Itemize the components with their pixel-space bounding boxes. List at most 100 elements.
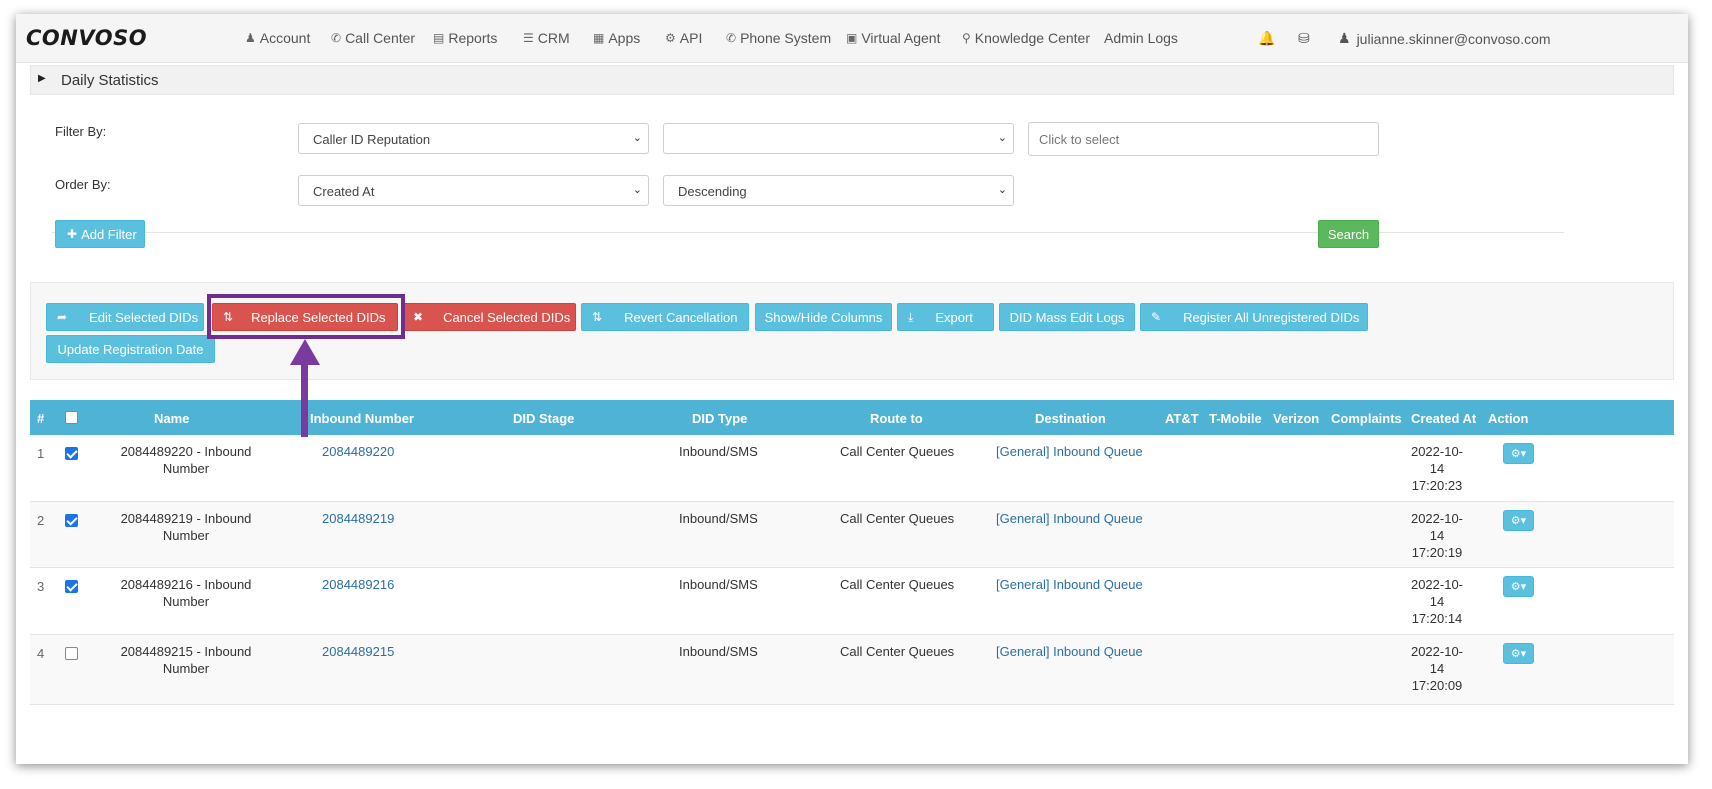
row-checkbox[interactable] xyxy=(65,514,78,527)
row-action-button[interactable]: ⚙▾ xyxy=(1503,576,1534,597)
chevron-down-icon: ⌄ xyxy=(997,184,1007,196)
destination-link[interactable]: [General] Inbound Queue xyxy=(996,443,1143,460)
daily-statistics-toggle[interactable]: ▶ Daily Statistics xyxy=(30,65,1674,95)
database-button[interactable]: ⛁ xyxy=(1298,30,1310,47)
nav-apps[interactable]: ▦ Apps xyxy=(593,30,640,46)
col-did-type[interactable]: DID Type xyxy=(692,411,747,426)
filter-by-select[interactable]: Caller ID Reputation ⌄ xyxy=(298,123,649,154)
user-menu[interactable]: ♟ julianne.skinner@convoso.com xyxy=(1338,30,1551,47)
nav-admin-logs[interactable]: Admin Logs xyxy=(1104,30,1178,46)
nav-reports[interactable]: ▤ Reports xyxy=(433,30,497,46)
destination-link[interactable]: [General] Inbound Queue xyxy=(996,510,1143,527)
inbound-number-link[interactable]: 2084489219 xyxy=(322,510,394,527)
filter-value-select[interactable]: ⌄ xyxy=(663,123,1014,154)
did-name: 2084489216 - Inbound Number xyxy=(90,576,282,610)
destination-link[interactable]: [General] Inbound Queue xyxy=(996,643,1143,660)
nav-label: Reports xyxy=(448,30,498,46)
search-button[interactable]: Search xyxy=(1318,220,1379,248)
row-number: 4 xyxy=(37,646,45,661)
created-day: 14 xyxy=(1429,661,1445,676)
inbound-number-link[interactable]: 2084489215 xyxy=(322,643,394,660)
add-filter-button[interactable]: ✚ Add Filter xyxy=(55,220,145,248)
nav-account[interactable]: ♟ Account xyxy=(245,30,310,46)
update-registration-date-button[interactable]: Update Registration Date xyxy=(46,335,215,363)
did-type: Inbound/SMS xyxy=(679,444,758,459)
col-inbound-number[interactable]: Inbound Number xyxy=(310,411,414,426)
col-att[interactable]: AT&T xyxy=(1165,411,1199,426)
filter-by-label: Filter By: xyxy=(55,124,107,139)
did-mass-edit-logs-button[interactable]: DID Mass Edit Logs xyxy=(999,303,1135,331)
nav-virtual-agent[interactable]: ▣ Virtual Agent xyxy=(846,30,940,46)
row-number: 3 xyxy=(37,579,45,594)
order-direction-select[interactable]: Descending ⌄ xyxy=(663,175,1014,206)
created-time: 17:20:23 xyxy=(1411,478,1463,493)
register-all-unregistered-dids-button[interactable]: ✎ Register All Unregistered DIDs xyxy=(1140,303,1368,331)
show-hide-columns-button[interactable]: Show/Hide Columns xyxy=(755,303,892,331)
col-name[interactable]: Name xyxy=(154,411,189,426)
created-at: 2022-10- 14 17:20:09 xyxy=(1402,643,1472,694)
table-header: # Name Inbound Number DID Stage DID Type… xyxy=(30,400,1674,435)
destination-link[interactable]: [General] Inbound Queue xyxy=(996,576,1143,593)
nav-label: Knowledge Center xyxy=(974,30,1090,46)
plus-icon: ✚ xyxy=(67,227,78,241)
convoso-logo[interactable]: CONVOSO xyxy=(26,26,147,50)
cancel-selected-dids-button[interactable]: ✖ Cancel Selected DIDs xyxy=(402,303,576,331)
table-row: 3 2084489216 - Inbound Number 2084489216… xyxy=(30,568,1674,635)
did-name-line2: Number xyxy=(162,594,210,609)
top-navbar: CONVOSO ♟ Account ✆ Call Center ▤ Report… xyxy=(16,14,1688,63)
gear-icon: ⚙▾ xyxy=(1510,515,1527,527)
created-time: 17:20:09 xyxy=(1411,678,1463,693)
edit-selected-dids-button[interactable]: ➦ Edit Selected DIDs xyxy=(46,303,204,331)
col-tmobile[interactable]: T-Mobile xyxy=(1209,411,1262,426)
nav-label: Phone System xyxy=(740,30,832,46)
nav-label: API xyxy=(679,30,703,46)
monitor-icon: ▣ xyxy=(846,31,858,45)
lightbulb-icon: ⚲ xyxy=(962,31,971,45)
nav-knowledge-center[interactable]: ⚲ Knowledge Center xyxy=(962,30,1090,46)
revert-cancellation-button[interactable]: ⇅ Revert Cancellation xyxy=(581,303,749,331)
annotation-arrow-shaft xyxy=(301,359,308,437)
filter-options-input[interactable]: Click to select xyxy=(1028,122,1379,156)
row-checkbox[interactable] xyxy=(65,447,78,460)
row-action-button[interactable]: ⚙▾ xyxy=(1503,510,1534,531)
gear-icon: ⚙▾ xyxy=(1510,581,1527,593)
row-action-button[interactable]: ⚙▾ xyxy=(1503,443,1534,464)
export-button[interactable]: ⤓ Export xyxy=(897,303,994,331)
row-action-button[interactable]: ⚙▾ xyxy=(1503,643,1534,664)
route-to: Call Center Queues xyxy=(840,511,955,526)
select-all-checkbox[interactable] xyxy=(65,411,78,424)
order-by-label: Order By: xyxy=(55,177,111,192)
row-checkbox[interactable] xyxy=(65,580,78,593)
nav-label: Virtual Agent xyxy=(861,30,941,46)
bell-icon: 🔔 xyxy=(1258,30,1276,46)
col-created-at[interactable]: Created At xyxy=(1411,411,1476,426)
order-by-select[interactable]: Created At ⌄ xyxy=(298,175,649,206)
nav-api[interactable]: ⚙ API xyxy=(665,30,702,46)
nav-phone-system[interactable]: ✆ Phone System xyxy=(726,30,831,46)
notifications-button[interactable]: 🔔 xyxy=(1258,30,1275,47)
col-did-stage[interactable]: DID Stage xyxy=(513,411,574,426)
inbound-number-link[interactable]: 2084489216 xyxy=(322,576,394,593)
inbound-number-link[interactable]: 2084489220 xyxy=(322,443,394,460)
close-icon: ✖ xyxy=(413,310,424,324)
created-at: 2022-10- 14 17:20:14 xyxy=(1402,576,1472,627)
phone-icon: ✆ xyxy=(726,31,737,45)
did-name: 2084489215 - Inbound Number xyxy=(90,643,282,677)
row-checkbox[interactable] xyxy=(65,647,78,660)
created-day: 14 xyxy=(1429,461,1445,476)
table-row: 4 2084489215 - Inbound Number 2084489215… xyxy=(30,635,1674,705)
button-label: Register All Unregistered DIDs xyxy=(1183,309,1360,325)
created-at: 2022-10- 14 17:20:23 xyxy=(1402,443,1472,494)
nav-label: CRM xyxy=(537,30,570,46)
col-complaints[interactable]: Complaints xyxy=(1331,411,1402,426)
nav-crm[interactable]: ☰ CRM xyxy=(523,30,570,46)
app-window: CONVOSO ♟ Account ✆ Call Center ▤ Report… xyxy=(16,14,1688,764)
did-name-line1: 2084489216 - Inbound xyxy=(120,577,252,592)
did-name-line1: 2084489215 - Inbound xyxy=(120,644,252,659)
col-destination[interactable]: Destination xyxy=(1035,411,1106,426)
did-name-line2: Number xyxy=(162,528,210,543)
input-placeholder: Click to select xyxy=(1039,132,1120,147)
col-verizon[interactable]: Verizon xyxy=(1273,411,1319,426)
col-route-to[interactable]: Route to xyxy=(870,411,923,426)
nav-call-center[interactable]: ✆ Call Center xyxy=(331,30,415,46)
